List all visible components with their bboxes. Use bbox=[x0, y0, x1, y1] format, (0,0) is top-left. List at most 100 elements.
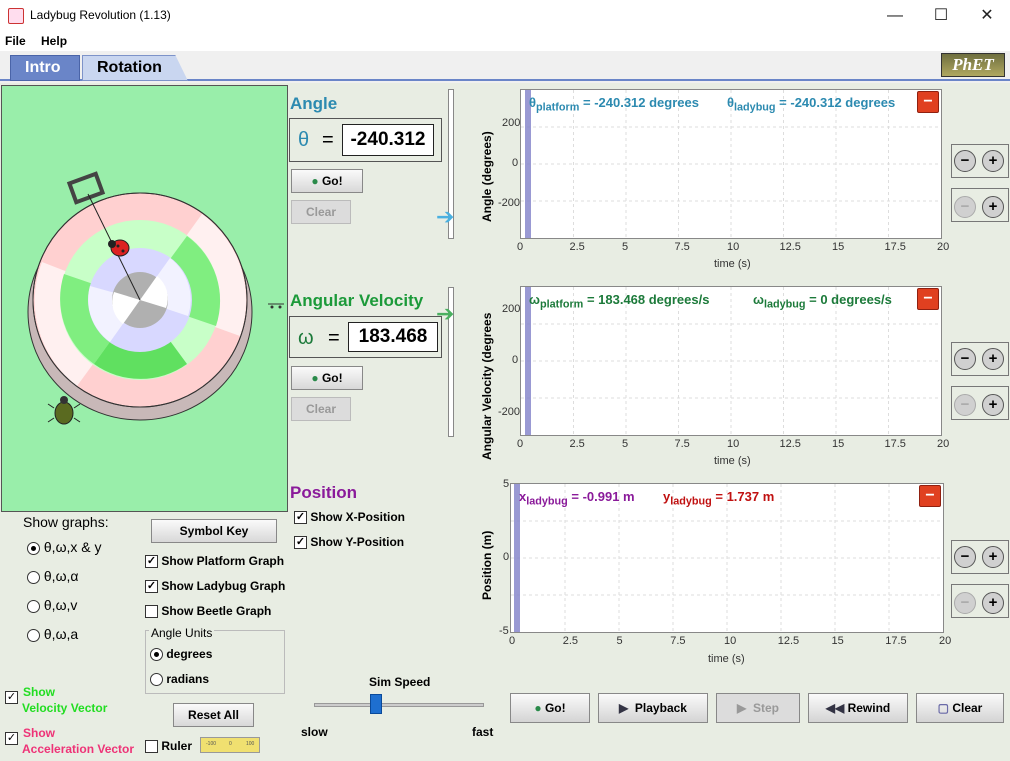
position-chart[interactable]: xladybug = -0.991 m yladybug = 1.737 m − bbox=[510, 483, 944, 633]
checkbox[interactable]: ✓ bbox=[294, 536, 307, 550]
zoom-out-button[interactable]: − bbox=[954, 196, 976, 218]
zoom-out-button[interactable]: − bbox=[954, 394, 976, 416]
zoom-in-button[interactable]: + bbox=[982, 546, 1004, 568]
velocity-value-field[interactable]: 183.468 bbox=[348, 322, 438, 352]
xtick: 20 bbox=[937, 438, 950, 450]
clear-icon: ▢ bbox=[937, 701, 953, 715]
phet-logo[interactable]: PhET bbox=[941, 53, 1005, 77]
tab-rotation[interactable]: Rotation bbox=[82, 55, 188, 81]
show-platform-graph-checkbox[interactable]: ✓ Show Platform Graph bbox=[145, 554, 284, 569]
reset-all-button[interactable]: Reset All bbox=[173, 703, 254, 727]
angle-arrow-icon: ➔ bbox=[436, 204, 455, 229]
xtick: 15 bbox=[832, 438, 845, 450]
radio[interactable] bbox=[27, 570, 40, 584]
step-icon: ▶ bbox=[737, 701, 753, 715]
menu-bar: File Help bbox=[0, 31, 1010, 51]
xtick: 2.5 bbox=[569, 438, 585, 450]
xtick: 17.5 bbox=[884, 438, 906, 450]
zoom-in-button[interactable]: + bbox=[982, 196, 1004, 218]
ytick: 0 bbox=[512, 157, 519, 169]
zoom-in-button[interactable]: + bbox=[982, 150, 1004, 172]
minimize-velocity-graph-button[interactable]: − bbox=[917, 288, 939, 310]
zoom-in-button[interactable]: + bbox=[982, 592, 1004, 614]
minimize-button[interactable]: — bbox=[872, 0, 918, 31]
playback-button[interactable]: ▶ Playback bbox=[598, 693, 708, 723]
zoom-out-button[interactable]: − bbox=[954, 592, 976, 614]
play-icon: ▶ bbox=[619, 701, 635, 715]
xtick: 5 bbox=[622, 438, 629, 450]
xtick: 12.5 bbox=[777, 635, 800, 647]
xtick: 10 bbox=[727, 241, 740, 253]
xtick: 10 bbox=[724, 635, 737, 647]
radio[interactable] bbox=[27, 541, 40, 555]
ytick: 0 bbox=[512, 354, 519, 366]
maximize-button[interactable]: ☐ bbox=[918, 0, 964, 31]
angle-readout-ladybug: θladybug = -240.312 degrees bbox=[727, 95, 896, 114]
xtick: 20 bbox=[937, 241, 950, 253]
window-title: Ladybug Revolution (1.13) bbox=[30, 8, 171, 22]
zoom-out-button[interactable]: − bbox=[954, 348, 976, 370]
rotating-platform[interactable] bbox=[2, 86, 289, 513]
symbol-key-button[interactable]: Symbol Key bbox=[151, 519, 277, 543]
equals-sign: = bbox=[328, 327, 340, 349]
zoom-in-button[interactable]: + bbox=[982, 348, 1004, 370]
graphs-option-1[interactable]: θ,ω,x & y bbox=[27, 539, 102, 555]
radians-radio[interactable]: radians bbox=[150, 672, 209, 687]
position-y-label: Position (m) bbox=[480, 530, 494, 600]
zoom-in-button[interactable]: + bbox=[982, 394, 1004, 416]
velocity-go-button[interactable]: ● Go! bbox=[291, 366, 363, 390]
tab-intro[interactable]: Intro bbox=[10, 55, 80, 81]
angle-value-field[interactable]: -240.312 bbox=[342, 124, 434, 156]
velocity-chart[interactable]: ωplatform = 183.468 degrees/s ωladybug =… bbox=[520, 286, 942, 436]
velocity-clear-button[interactable]: Clear bbox=[291, 397, 351, 421]
xtick: 2.5 bbox=[569, 241, 585, 253]
velocity-readout-platform: ωplatform = 183.468 degrees/s bbox=[529, 292, 710, 311]
angle-clear-button[interactable]: Clear bbox=[291, 200, 351, 224]
angle-vertical-zoom: − + bbox=[951, 144, 1009, 178]
graphs-option-4[interactable]: θ,ω,a bbox=[27, 626, 78, 642]
sim-speed-thumb[interactable] bbox=[370, 694, 383, 714]
sim-speed-track[interactable] bbox=[314, 703, 484, 707]
minimize-position-graph-button[interactable]: − bbox=[919, 485, 941, 507]
xtick: 0 bbox=[509, 635, 516, 647]
graphs-option-2[interactable]: θ,ω,α bbox=[27, 568, 78, 584]
velocity-vertical-zoom: − + bbox=[951, 342, 1009, 376]
step-button[interactable]: ▶ Step bbox=[716, 693, 800, 723]
velocity-horizontal-zoom: − + bbox=[951, 386, 1009, 420]
angle-horizontal-zoom: − + bbox=[951, 188, 1009, 222]
degrees-radio[interactable]: degrees bbox=[150, 647, 212, 662]
radio[interactable] bbox=[27, 599, 40, 613]
menu-file[interactable]: File bbox=[0, 31, 26, 48]
angle-go-button[interactable]: ● Go! bbox=[291, 169, 363, 193]
xtick: 12.5 bbox=[779, 438, 801, 450]
theta-symbol: θ bbox=[298, 129, 310, 151]
sim-speed-slow: slow bbox=[301, 725, 328, 739]
ytick: -5 bbox=[499, 625, 509, 637]
xtick: 7.5 bbox=[670, 635, 686, 647]
clear-button[interactable]: ▢ Clear bbox=[916, 693, 1004, 723]
menu-help[interactable]: Help bbox=[29, 31, 67, 48]
minimize-angle-graph-button[interactable]: − bbox=[917, 91, 939, 113]
ytick: 200 bbox=[502, 117, 521, 129]
play-area[interactable] bbox=[1, 85, 288, 512]
go-icon: ● bbox=[311, 371, 322, 385]
radio[interactable] bbox=[27, 628, 40, 642]
graphs-option-3[interactable]: θ,ω,v bbox=[27, 597, 77, 613]
show-y-position-checkbox[interactable]: ✓ Show Y-Position bbox=[294, 535, 404, 550]
zoom-out-button[interactable]: − bbox=[954, 150, 976, 172]
ruler-icon: -100 0 100 bbox=[200, 737, 260, 753]
checkbox[interactable]: ✓ bbox=[294, 511, 307, 525]
ruler-checkbox[interactable]: Ruler bbox=[145, 739, 192, 754]
velocity-readout-panel: ω = 183.468 bbox=[289, 316, 442, 358]
go-button[interactable]: ● Go! bbox=[510, 693, 590, 723]
tab-bar: Intro Rotation bbox=[0, 51, 1010, 81]
show-x-position-checkbox[interactable]: ✓ Show X-Position bbox=[294, 510, 405, 525]
show-beetle-graph-checkbox[interactable]: Show Beetle Graph bbox=[145, 604, 271, 619]
xtick: 5 bbox=[616, 635, 623, 647]
position-vertical-zoom: − + bbox=[951, 540, 1009, 574]
close-button[interactable]: ✕ bbox=[964, 0, 1010, 31]
rewind-button[interactable]: ◀◀ Rewind bbox=[808, 693, 908, 723]
zoom-out-button[interactable]: − bbox=[954, 546, 976, 568]
angle-chart[interactable]: θplatform = -240.312 degrees θladybug = … bbox=[520, 89, 942, 239]
show-ladybug-graph-checkbox[interactable]: ✓ Show Ladybug Graph bbox=[145, 579, 285, 594]
